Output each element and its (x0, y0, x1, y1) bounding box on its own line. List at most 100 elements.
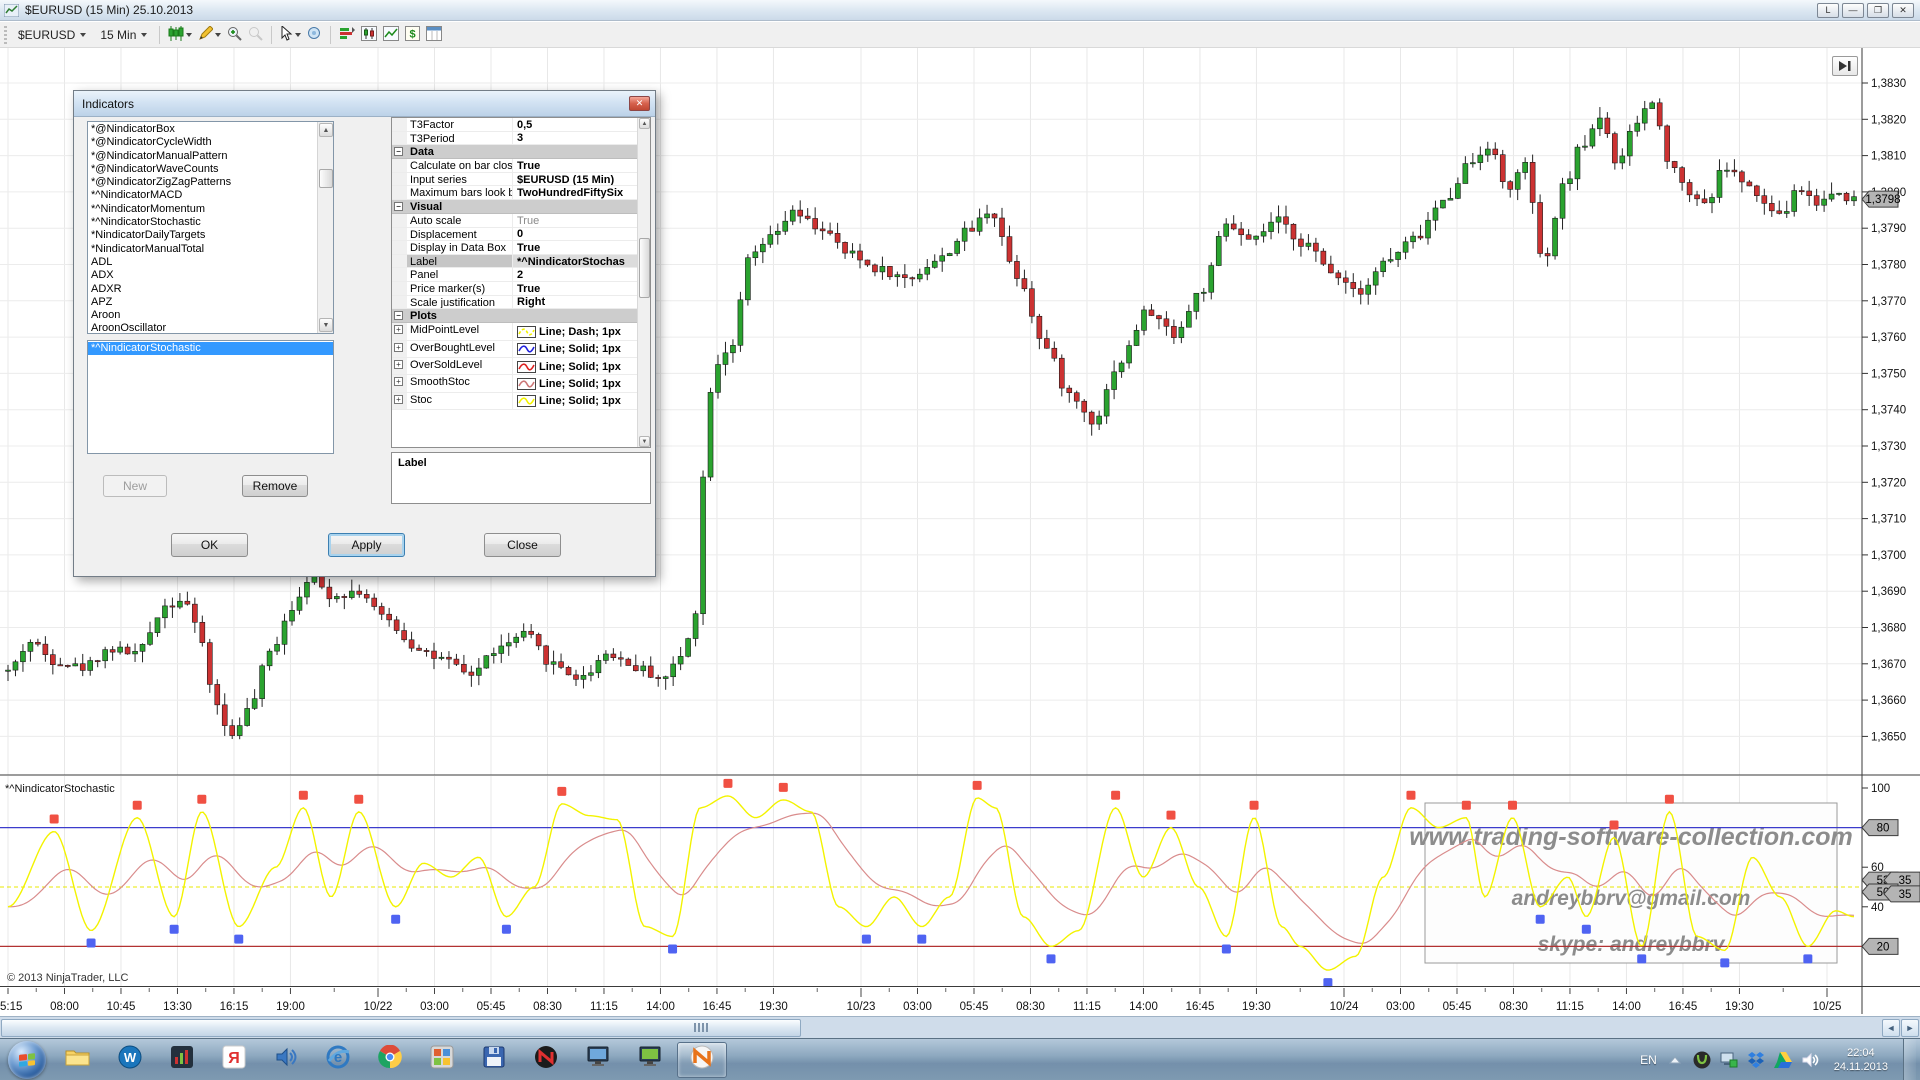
hscrollbar-grip[interactable] (694, 1023, 708, 1032)
indicator-list-item[interactable]: ADX (88, 269, 317, 282)
property-row-price-marker-s-[interactable]: Price marker(s)True (392, 282, 639, 296)
indicator-list-item[interactable]: *NindicatorManualTotal (88, 243, 317, 256)
cursor-button[interactable] (277, 24, 304, 46)
hscrollbar-thumb[interactable] (1, 1019, 801, 1037)
collapse-icon[interactable]: − (394, 202, 403, 211)
taskbar-yandex[interactable]: Я (209, 1042, 259, 1078)
indicator-list-item[interactable]: ADXR (88, 283, 317, 296)
taskbar-screen-share[interactable] (625, 1042, 675, 1078)
indicator-list-item[interactable]: *@NindicatorManualPattern (88, 150, 317, 163)
scroll-down-icon[interactable]: ▼ (639, 436, 650, 447)
property-value[interactable]: True (512, 282, 639, 295)
scroll-down-icon[interactable]: ▼ (319, 318, 333, 332)
expand-icon[interactable]: + (394, 343, 403, 352)
restore-button[interactable]: ❐ (1867, 3, 1889, 18)
property-value[interactable]: *^NindicatorStochas (512, 255, 639, 268)
scroll-right-button[interactable]: ► (1901, 1019, 1919, 1037)
property-row-displacement[interactable]: Displacement0 (392, 228, 639, 242)
taskbar-ninjatrader-control[interactable] (157, 1042, 207, 1078)
property-row-t3factor[interactable]: T3Factor0,5 (392, 118, 639, 132)
taskbar-remote-desktop[interactable] (573, 1042, 623, 1078)
property-row-label[interactable]: Label*^NindicatorStochas (392, 255, 639, 269)
property-group-visual[interactable]: −Visual (392, 200, 639, 214)
jump-to-last-bar-button[interactable] (1832, 56, 1858, 76)
taskbar-explorer[interactable] (53, 1042, 103, 1078)
language-indicator[interactable]: EN (1640, 1053, 1657, 1067)
selected-indicator-item[interactable]: *^NindicatorStochastic (88, 342, 333, 355)
property-row-overboughtlevel[interactable]: +OverBoughtLevelLine; Solid; 1px (392, 341, 639, 358)
taskbar-app-mosaic[interactable] (417, 1042, 467, 1078)
language-caption-button[interactable]: L (1817, 3, 1839, 18)
property-row-scale-justification[interactable]: Scale justificationRight (392, 296, 639, 310)
remove-button[interactable]: Remove (242, 475, 308, 497)
scroll-up-icon[interactable]: ▲ (319, 123, 333, 137)
property-row-t3period[interactable]: T3Period3 (392, 132, 639, 146)
draw-tools-button[interactable] (195, 24, 224, 46)
close-button[interactable]: ✕ (1892, 3, 1914, 18)
taskbar-ninjatrader-red[interactable] (521, 1042, 571, 1078)
chart-style-button[interactable] (165, 24, 195, 46)
data-grid-button[interactable] (423, 24, 445, 46)
utorrent-tray-icon[interactable] (1693, 1051, 1711, 1069)
zoom-out-button[interactable] (245, 24, 266, 46)
dialog-close-button[interactable]: ✕ (629, 96, 650, 111)
scrollbar-thumb[interactable] (319, 169, 333, 188)
instrument-selector[interactable]: $EURUSD (11, 25, 93, 45)
indicator-list-item[interactable]: *NindicatorDailyTargets (88, 229, 317, 242)
expand-icon[interactable]: + (394, 325, 403, 334)
chart-hscrollbar[interactable]: ◄ ► (0, 1016, 1920, 1038)
indicator-list-item[interactable]: *@NindicatorWaveCounts (88, 163, 317, 176)
taskbar-sound-app[interactable] (261, 1042, 311, 1078)
property-group-data[interactable]: −Data (392, 145, 639, 159)
hidden-icons-arrow[interactable] (1666, 1051, 1684, 1069)
taskbar-internet-explorer[interactable]: e (313, 1042, 363, 1078)
indicator-list-item[interactable]: *^NindicatorMomentum (88, 203, 317, 216)
zoom-in-button[interactable] (224, 24, 245, 46)
taskbar-save-app[interactable] (469, 1042, 519, 1078)
new-button[interactable]: New (103, 475, 167, 497)
property-value[interactable]: Line; Dash; 1px (512, 323, 639, 339)
property-row-input-series[interactable]: Input series$EURUSD (15 Min) (392, 173, 639, 187)
interval-selector[interactable]: 15 Min (93, 25, 154, 45)
scroll-up-icon[interactable]: ▲ (639, 118, 650, 129)
property-row-display-in-data-box[interactable]: Display in Data BoxTrue (392, 241, 639, 255)
property-row-smoothstoc[interactable]: +SmoothStocLine; Solid; 1px (392, 375, 639, 392)
account-button[interactable]: $ (402, 24, 423, 46)
property-row-oversoldlevel[interactable]: +OverSoldLevelLine; Solid; 1px (392, 358, 639, 375)
available-indicators-list[interactable]: *@NindicatorBox*@NindicatorCycleWidth*@N… (87, 121, 334, 334)
property-row-maximum-bars-look-back[interactable]: Maximum bars look backTwoHundredFiftySix (392, 186, 639, 200)
property-value[interactable]: $EURUSD (15 Min) (512, 173, 639, 186)
volume-tray-icon[interactable] (1801, 1051, 1819, 1069)
network-tray-icon[interactable] (1720, 1051, 1738, 1069)
expand-icon[interactable]: + (394, 360, 403, 369)
start-button[interactable] (8, 1041, 46, 1079)
property-row-auto-scale[interactable]: Auto scaleTrue (392, 214, 639, 228)
indicator-list-item[interactable]: *@NindicatorCycleWidth (88, 136, 317, 149)
property-value[interactable]: 3 (512, 132, 639, 145)
line-chart-button[interactable] (380, 24, 402, 46)
indicator-list-item[interactable]: *^NindicatorMACD (88, 189, 317, 202)
property-row-calculate-on-bar-close[interactable]: Calculate on bar closeTrue (392, 159, 639, 173)
property-value[interactable]: Line; Solid; 1px (512, 375, 639, 391)
scroll-left-button[interactable]: ◄ (1882, 1019, 1900, 1037)
minimize-button[interactable]: — (1842, 3, 1864, 18)
indicator-list-item[interactable]: AroonOscillator (88, 322, 317, 334)
dropbox-tray-icon[interactable] (1747, 1051, 1765, 1069)
market-analyzer-button[interactable] (336, 24, 358, 46)
property-row-midpointlevel[interactable]: +MidPointLevelLine; Dash; 1px (392, 323, 639, 340)
taskbar-webmoney[interactable]: W (105, 1042, 155, 1078)
property-value[interactable]: TwoHundredFiftySix (512, 186, 639, 199)
dialog-close-action-button[interactable]: Close (484, 533, 561, 557)
property-row-stoc[interactable]: +StocLine; Solid; 1px (392, 393, 639, 410)
property-group-plots[interactable]: −Plots (392, 309, 639, 323)
property-value[interactable]: True (512, 241, 639, 254)
show-desktop-button[interactable] (1903, 1039, 1916, 1080)
property-value[interactable]: 2 (512, 268, 639, 281)
expand-icon[interactable]: + (394, 395, 403, 404)
taskbar-ninjatrader-chart[interactable] (677, 1042, 727, 1078)
collapse-icon[interactable]: − (394, 311, 403, 320)
indicator-list-item[interactable]: *^NindicatorStochastic (88, 216, 317, 229)
property-row-panel[interactable]: Panel2 (392, 268, 639, 282)
property-value[interactable]: Line; Solid; 1px (512, 358, 639, 374)
indicator-list-item[interactable]: ADL (88, 256, 317, 269)
